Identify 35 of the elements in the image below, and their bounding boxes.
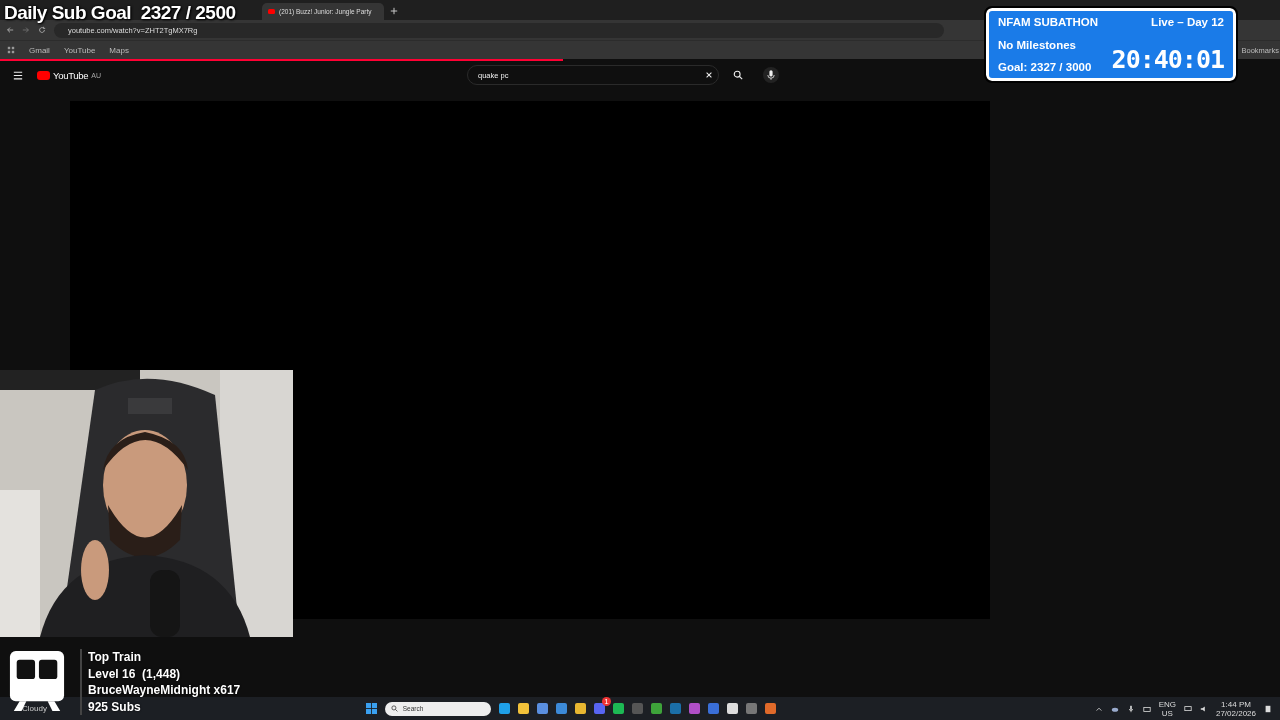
apps-icon[interactable] — [7, 46, 15, 54]
app-icon[interactable] — [726, 703, 738, 714]
goal-label: Goal: 2327 / 3000 — [998, 61, 1093, 73]
train-level: Level 16 (1,448) — [88, 665, 182, 682]
sub-goal-title: Daily Sub Goal 2327 / 2500 — [4, 2, 236, 24]
live-day-label: Live – Day 12 — [1151, 16, 1224, 28]
new-tab-icon[interactable] — [390, 7, 398, 15]
youtube-logo[interactable]: YouTube $^{AU}$ — [37, 69, 467, 81]
subathon-title: NFAM SUBATHON — [998, 16, 1099, 28]
search-icon[interactable] — [733, 70, 743, 80]
bookmark-link[interactable]: Maps — [109, 45, 129, 55]
weather-label: Cloudy — [22, 704, 47, 713]
reload-icon[interactable] — [38, 26, 46, 34]
search-icon — [390, 705, 398, 712]
region-label[interactable]: US — [1161, 708, 1173, 718]
top-user-label: BruceWayneMidnight x617 — [88, 682, 241, 699]
menu-icon[interactable] — [13, 70, 23, 80]
clock-time[interactable]: 1:44 PM — [1221, 699, 1251, 709]
notification-badge: 1 — [602, 697, 611, 706]
bookmark-link[interactable]: YouTube — [63, 45, 96, 55]
monitor-icon[interactable] — [1183, 704, 1192, 713]
milestones-label: No Milestones — [998, 38, 1077, 51]
subs-count: 925 Subs — [88, 698, 142, 715]
language-label[interactable]: ENG — [1158, 699, 1176, 709]
youtube-icon — [268, 9, 275, 14]
clock-date[interactable]: 27/02/2026 — [1215, 708, 1256, 718]
speaker-icon[interactable] — [1199, 704, 1208, 713]
bookmark-link[interactable]: Gmail — [29, 45, 50, 55]
clear-icon[interactable] — [705, 71, 713, 79]
top-train-title: Top Train — [88, 649, 143, 666]
train-icon — [8, 649, 66, 713]
start-icon[interactable] — [365, 703, 377, 714]
app-icon[interactable] — [764, 703, 776, 714]
countdown-timer: 20:40:01 — [1111, 47, 1224, 73]
back-icon[interactable] — [6, 26, 14, 34]
